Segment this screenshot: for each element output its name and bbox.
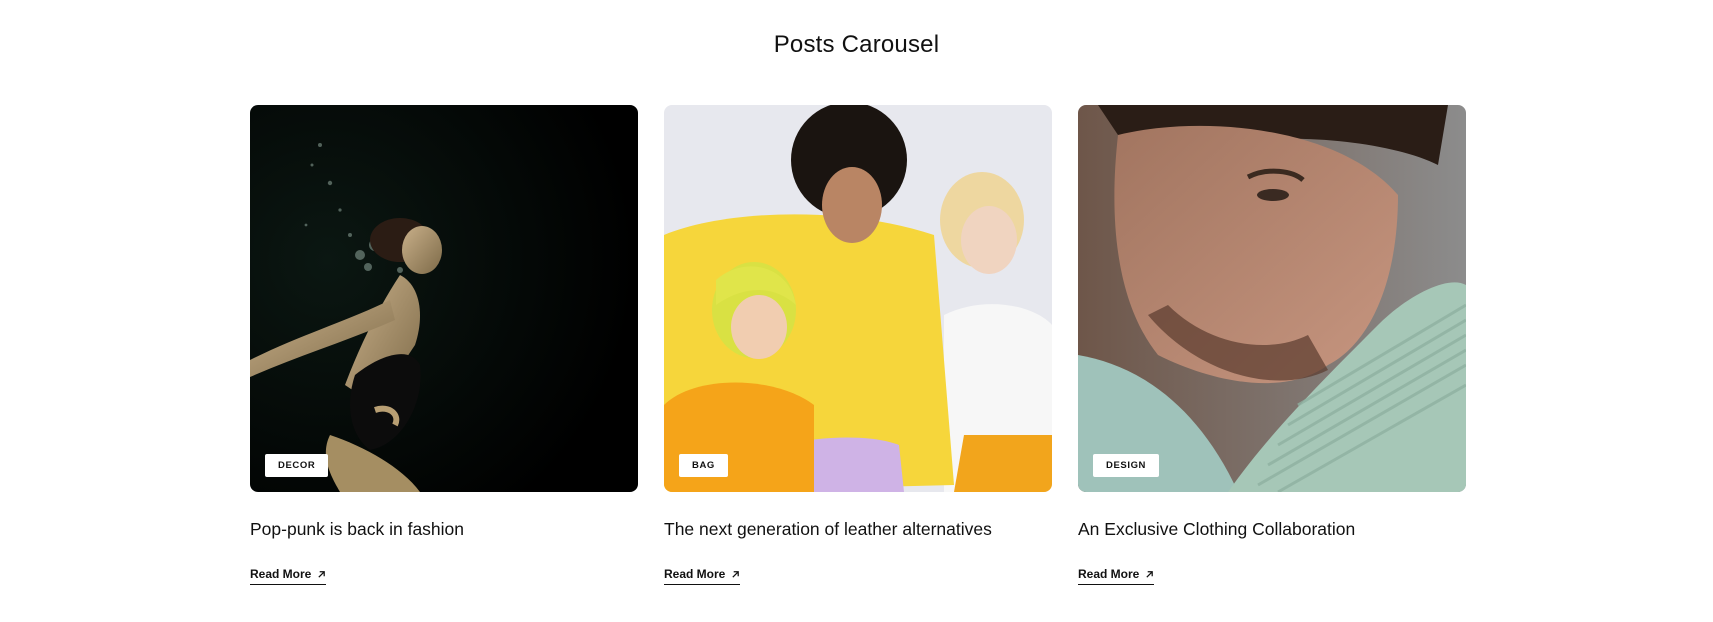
- post-title[interactable]: Pop-punk is back in fashion: [250, 518, 638, 540]
- posts-carousel: DECOR Pop-punk is back in fashion Read M…: [250, 105, 1466, 585]
- post-title[interactable]: The next generation of leather alternati…: [664, 518, 1052, 540]
- section-title: Posts Carousel: [773, 31, 940, 58]
- three-colorful-kids-image: [664, 105, 1052, 492]
- read-more-link[interactable]: Read More: [1078, 567, 1155, 585]
- read-more-label: Read More: [250, 567, 312, 581]
- category-badge[interactable]: BAG: [679, 454, 728, 477]
- post-card: BAG The next generation of leather alter…: [664, 105, 1052, 585]
- category-badge[interactable]: DECOR: [265, 454, 329, 477]
- post-image-man-portrait[interactable]: DESIGN: [1078, 105, 1466, 492]
- post-image-underwater-woman[interactable]: DECOR: [250, 105, 638, 492]
- arrow-up-right-icon: [1145, 570, 1154, 579]
- read-more-label: Read More: [664, 567, 726, 581]
- read-more-link[interactable]: Read More: [250, 567, 327, 585]
- read-more-link[interactable]: Read More: [664, 567, 741, 585]
- post-image-three-kids[interactable]: BAG: [664, 105, 1052, 492]
- arrow-up-right-icon: [731, 570, 740, 579]
- underwater-woman-image: [250, 105, 638, 492]
- post-card: DECOR Pop-punk is back in fashion Read M…: [250, 105, 638, 585]
- man-closeup-portrait-image: [1078, 105, 1466, 492]
- post-card: DESIGN An Exclusive Clothing Collaborati…: [1078, 105, 1466, 585]
- category-badge[interactable]: DESIGN: [1093, 454, 1160, 477]
- arrow-up-right-icon: [317, 570, 326, 579]
- post-title[interactable]: An Exclusive Clothing Collaboration: [1078, 518, 1466, 540]
- read-more-label: Read More: [1078, 567, 1140, 581]
